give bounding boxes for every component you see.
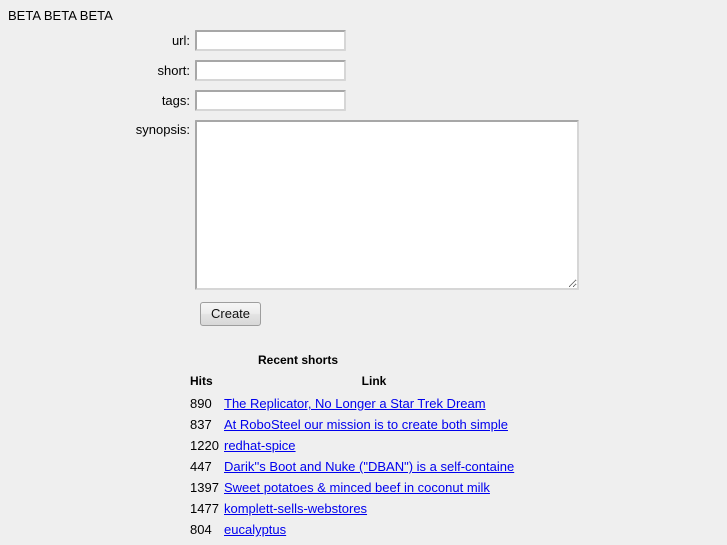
- recent-shorts-section: Recent shorts Hits Link 890 The Replicat…: [0, 352, 727, 543]
- table-header-row: Hits Link: [190, 374, 524, 396]
- form-actions: Create: [0, 302, 727, 326]
- table-row: 1220 redhat-spice: [190, 438, 524, 459]
- hits-value: 837: [190, 417, 212, 432]
- table-row: 1397 Sweet potatoes & minced beef in coc…: [190, 480, 524, 501]
- hits-value: 804: [190, 522, 212, 537]
- link-cell: At RoboSteel our mission is to create bo…: [224, 417, 524, 438]
- synopsis-textarea[interactable]: [195, 120, 579, 290]
- table-row: 837 At RoboSteel our mission is to creat…: [190, 417, 524, 438]
- url-field-wrap: [195, 30, 346, 51]
- short-label: short:: [157, 63, 190, 78]
- short-link[interactable]: Darik''s Boot and Nuke ("DBAN") is a sel…: [224, 459, 514, 474]
- tags-input[interactable]: [195, 90, 346, 111]
- hits-value: 1220: [190, 438, 219, 453]
- link-cell: komplett-sells-webstores: [224, 501, 524, 522]
- table-row: 890 The Replicator, No Longer a Star Tre…: [190, 396, 524, 417]
- form-row-synopsis: synopsis:: [0, 120, 727, 290]
- url-label: url:: [171, 33, 190, 48]
- create-button[interactable]: Create: [200, 302, 262, 326]
- table-body: 890 The Replicator, No Longer a Star Tre…: [190, 396, 524, 543]
- page-root: BETA BETA BETA url: short: tags: synopsi…: [0, 0, 727, 545]
- table-row: 804 eucalyptus: [190, 522, 524, 543]
- link-cell: redhat-spice: [224, 438, 524, 459]
- recent-shorts-title: Recent shorts: [257, 353, 339, 367]
- short-link[interactable]: Sweet potatoes & minced beef in coconut …: [224, 480, 490, 495]
- hits-value: 1477: [190, 501, 219, 516]
- form-row-url: url:: [0, 30, 727, 51]
- synopsis-label: synopsis:: [135, 122, 190, 137]
- short-input[interactable]: [195, 60, 346, 81]
- link-cell: eucalyptus: [224, 522, 524, 543]
- link-cell: Darik''s Boot and Nuke ("DBAN") is a sel…: [224, 459, 524, 480]
- tags-label: tags:: [161, 93, 190, 108]
- synopsis-field-wrap: [195, 120, 579, 290]
- url-input[interactable]: [195, 30, 346, 51]
- button-spacer: [0, 302, 200, 326]
- tags-field-wrap: [195, 90, 346, 111]
- hits-value: 447: [190, 459, 212, 474]
- short-field-wrap: [195, 60, 346, 81]
- table-head: Hits Link: [190, 374, 524, 396]
- hits-value: 890: [190, 396, 212, 411]
- column-header-hits: Hits: [190, 374, 213, 388]
- create-short-form: url: short: tags: synopsis: Create: [0, 30, 727, 326]
- short-link[interactable]: The Replicator, No Longer a Star Trek Dr…: [224, 396, 486, 411]
- short-link[interactable]: eucalyptus: [224, 522, 286, 537]
- short-link[interactable]: redhat-spice: [224, 438, 296, 453]
- form-row-short: short:: [0, 60, 727, 81]
- table-row: 1477 komplett-sells-webstores: [190, 501, 524, 522]
- page-title: BETA BETA BETA: [8, 8, 113, 23]
- short-link[interactable]: At RoboSteel our mission is to create bo…: [224, 417, 508, 432]
- link-cell: The Replicator, No Longer a Star Trek Dr…: [224, 396, 524, 417]
- short-link[interactable]: komplett-sells-webstores: [224, 501, 367, 516]
- table-row: 447 Darik''s Boot and Nuke ("DBAN") is a…: [190, 459, 524, 480]
- column-header-link: Link: [361, 374, 387, 388]
- recent-shorts-table: Hits Link 890 The Replicator, No Longer …: [190, 374, 524, 543]
- hits-value: 1397: [190, 480, 219, 495]
- link-cell: Sweet potatoes & minced beef in coconut …: [224, 480, 524, 501]
- form-row-tags: tags:: [0, 90, 727, 111]
